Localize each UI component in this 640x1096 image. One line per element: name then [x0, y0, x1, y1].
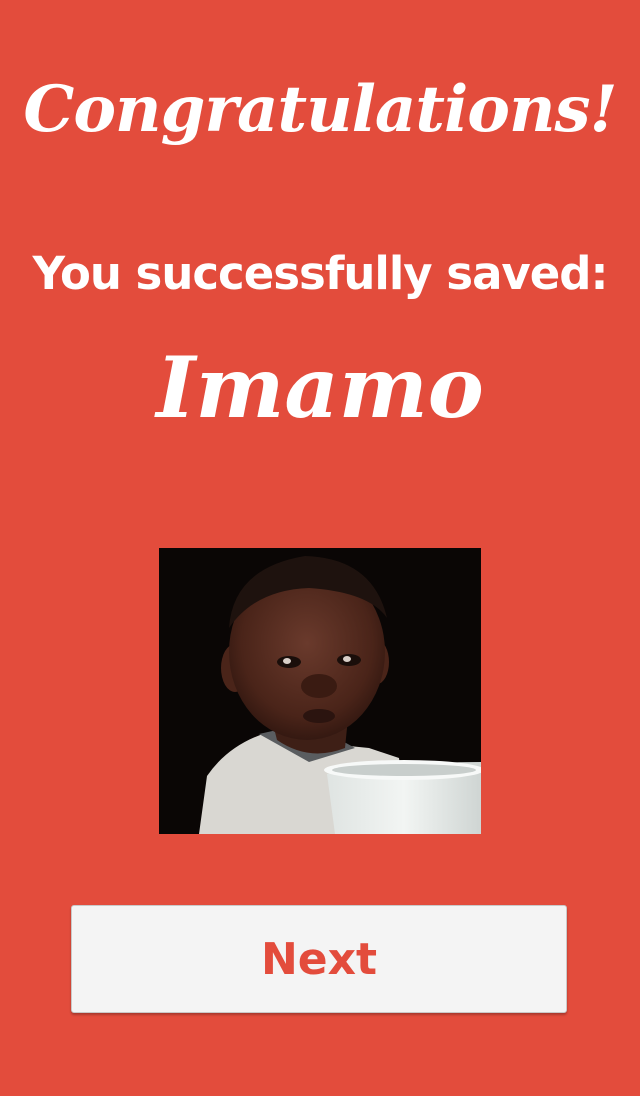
- child-photo: [159, 548, 481, 834]
- saved-child-name: Imamo: [156, 338, 484, 437]
- saved-subtitle: You successfully saved:: [32, 247, 608, 300]
- next-button[interactable]: Next: [71, 905, 567, 1013]
- child-photo-illustration: [159, 548, 481, 834]
- next-button-label: Next: [260, 933, 378, 985]
- congratulations-title: Congratulations!: [23, 72, 617, 147]
